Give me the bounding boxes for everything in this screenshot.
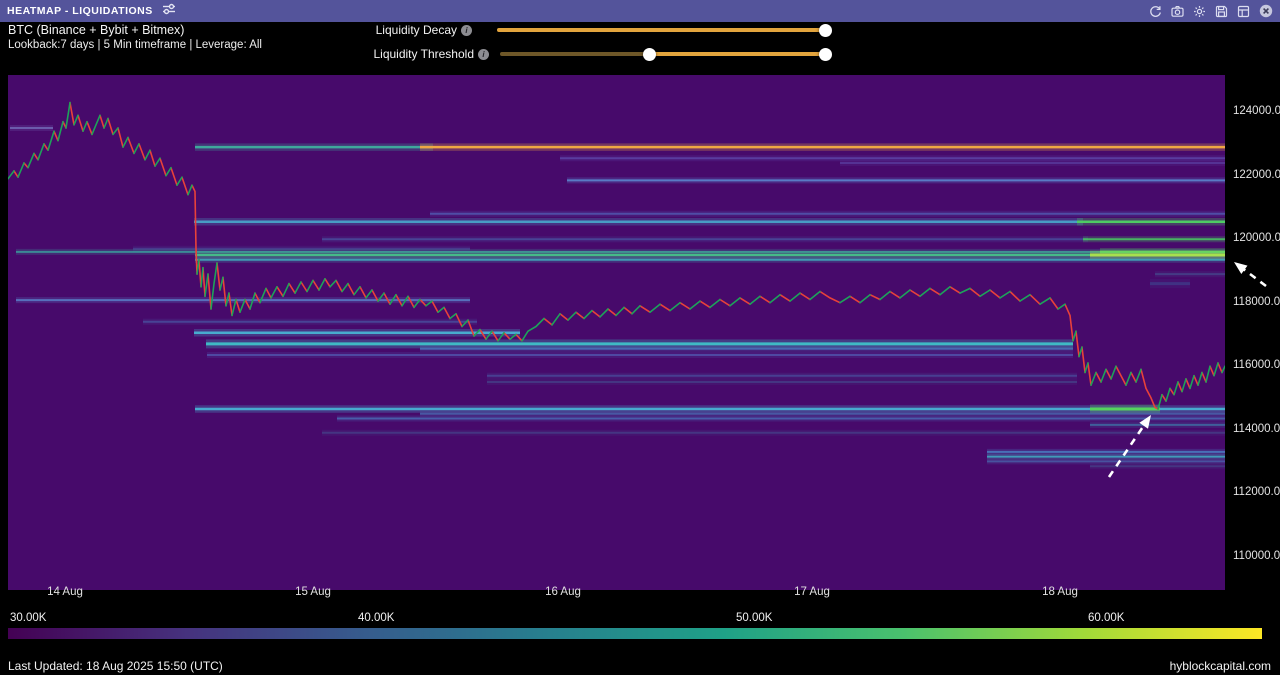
heatmap-background <box>8 75 1225 590</box>
decay-slider-thumb[interactable] <box>819 24 832 37</box>
site-label: hyblockcapital.com <box>1170 659 1271 673</box>
liquidity-decay-slider[interactable] <box>497 28 825 32</box>
colorbar-value-label: 30.00K <box>10 612 46 624</box>
filter-sliders-icon[interactable] <box>162 2 177 20</box>
date-axis-label: 18 Aug <box>1025 586 1095 598</box>
threshold-slider-thumb-high[interactable] <box>819 48 832 61</box>
title-bar: HEATMAP - LIQUIDATIONS <box>0 0 1280 22</box>
price-axis-label: 110000.0 <box>1233 550 1280 562</box>
price-axis-label: 112000.0 <box>1233 486 1280 498</box>
heatmap-chart[interactable] <box>8 75 1225 590</box>
threshold-active-range <box>650 52 826 56</box>
date-axis-label: 15 Aug <box>278 586 348 598</box>
liquidation-heatmap-app: HEATMAP - LIQUIDATIONS <box>0 0 1280 675</box>
colorbar-gradient <box>8 628 1262 639</box>
colorbar-value-label: 60.00K <box>1088 612 1124 624</box>
decay-info-icon[interactable]: i <box>461 25 472 36</box>
liquidity-threshold-slider[interactable] <box>500 52 825 56</box>
threshold-info-icon[interactable]: i <box>478 49 489 60</box>
close-icon[interactable] <box>1259 4 1273 18</box>
camera-icon[interactable] <box>1171 5 1184 18</box>
price-axis-label: 124000.0 <box>1233 105 1280 117</box>
colorbar-value-label: 50.00K <box>736 612 772 624</box>
date-axis-label: 14 Aug <box>30 586 100 598</box>
date-axis-label: 17 Aug <box>777 586 847 598</box>
gear-icon[interactable] <box>1193 5 1206 18</box>
instrument-label: BTC (Binance + Bybit + Bitmex) <box>8 23 184 37</box>
price-axis-label: 116000.0 <box>1233 359 1280 371</box>
date-axis-label: 16 Aug <box>528 586 598 598</box>
price-axis-label: 122000.0 <box>1233 169 1280 181</box>
price-axis-label: 118000.0 <box>1233 296 1280 308</box>
heatmap-canvas[interactable] <box>8 75 1225 590</box>
threshold-slider-thumb-low[interactable] <box>643 48 656 61</box>
refresh-icon[interactable] <box>1149 5 1162 18</box>
page-title: HEATMAP - LIQUIDATIONS <box>7 5 153 17</box>
last-updated-label: Last Updated: 18 Aug 2025 15:50 (UTC) <box>8 659 223 673</box>
liquidity-decay-label: Liquidity Decay <box>267 23 457 37</box>
price-axis-label: 120000.0 <box>1233 232 1280 244</box>
arrow-dashed-line <box>1243 269 1266 286</box>
lookback-settings-label: Lookback:7 days | 5 Min timeframe | Leve… <box>8 39 262 51</box>
arrow-head <box>1234 262 1248 274</box>
liquidity-threshold-label: Liquidity Threshold <box>284 47 474 61</box>
save-layout-icon[interactable] <box>1237 5 1250 18</box>
colorbar-value-label: 40.00K <box>358 612 394 624</box>
save-icon[interactable] <box>1215 5 1228 18</box>
price-axis-label: 114000.0 <box>1233 423 1280 435</box>
